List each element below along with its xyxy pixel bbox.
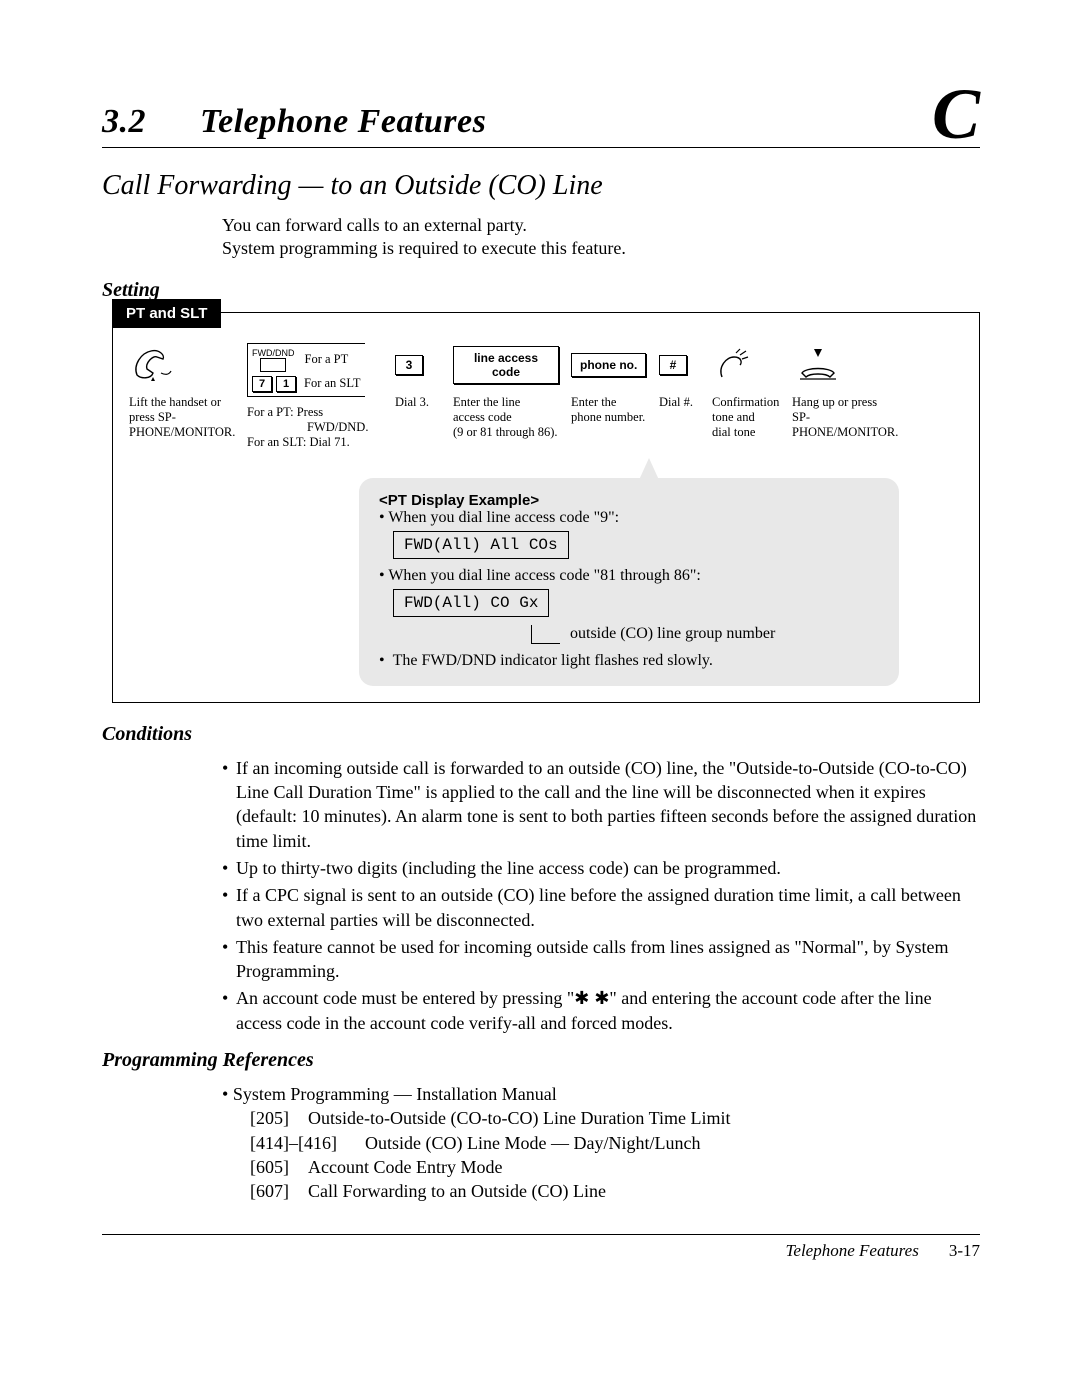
caption-hang-up: Hang up or press SP-PHONE/MONITOR. (792, 395, 898, 440)
page-header: 3.2 Telephone Features C (102, 80, 980, 148)
intro-line1: You can forward calls to an external par… (222, 214, 980, 237)
callout-line1: When you dial line access code "9": (388, 509, 619, 526)
caption-confirmation-tone: Confirmation tone and dial tone (712, 395, 779, 440)
callout-line2: When you dial line access code "81 throu… (388, 567, 701, 584)
page-footer: Telephone Features 3-17 (102, 1241, 980, 1261)
condition-3: If a CPC signal is sent to an outside (C… (236, 883, 980, 932)
caption-dial-3: Dial 3. (395, 395, 429, 410)
caption-press-fwddnd: For a PT: Press FWD/DND. For an SLT: Dia… (247, 405, 368, 450)
key-7: 7 (252, 376, 272, 392)
pt-display-callout: <PT Display Example> • When you dial lin… (359, 478, 899, 686)
condition-4: This feature cannot be used for incoming… (236, 935, 980, 984)
footer-rule (102, 1234, 980, 1235)
ref-605-code: [605] (250, 1155, 308, 1179)
key-3: 3 (395, 355, 423, 375)
section-title: Telephone Features (200, 103, 486, 140)
ref-intro: System Programming — Installation Manual (233, 1084, 557, 1104)
section-number: 3.2 (102, 103, 146, 140)
ref-414-416-text: Outside (CO) Line Mode — Day/Night/Lunch (365, 1131, 700, 1155)
references-heading: Programming References (102, 1049, 980, 1072)
condition-2: Up to thirty-two digits (including the l… (236, 856, 781, 880)
branch-pt-label: For a PT (305, 352, 349, 367)
intro-text: You can forward calls to an external par… (222, 214, 980, 261)
fwd-dnd-key: FWD/DND (252, 348, 295, 372)
caption-lift-handset: Lift the handset or press SP-PHONE/MONIT… (129, 395, 239, 440)
procedure-box: PT and SLT Lift the handset or press SP-… (112, 312, 980, 703)
setting-heading: Setting (102, 279, 980, 302)
footer-page-number: 3-17 (949, 1241, 980, 1261)
display-example-2: FWD(All) CO Gx (393, 589, 549, 617)
feature-subtitle: Call Forwarding — to an Outside (CO) Lin… (102, 170, 980, 202)
references-list: • System Programming — Installation Manu… (222, 1082, 980, 1203)
index-letter: C (932, 86, 980, 144)
key-phone-no: phone no. (571, 353, 646, 377)
key-1: 1 (276, 376, 296, 392)
ref-605-text: Account Code Entry Mode (308, 1155, 502, 1179)
callout-line3: The FWD/DND indicator light flashes red … (393, 652, 713, 669)
tone-icon (712, 343, 752, 387)
intro-line2: System programming is required to execut… (222, 237, 980, 260)
caption-phone-number: Enter the phone number. (571, 395, 645, 425)
key-hash: # (659, 355, 687, 375)
ref-205-code: [205] (250, 1106, 308, 1130)
key-line-access-code: line access code (453, 346, 559, 384)
ref-607-text: Call Forwarding to an Outside (CO) Line (308, 1179, 606, 1203)
footer-title: Telephone Features (786, 1241, 919, 1261)
hangup-icon (792, 343, 848, 387)
branch-slt-label: For an SLT (304, 376, 361, 391)
display-legend: outside (CO) line group number (570, 625, 775, 642)
caption-line-access: Enter the line access code (9 or 81 thro… (453, 395, 558, 440)
display-example-1: FWD(All) All COs (393, 531, 569, 559)
handset-icon (129, 343, 177, 387)
condition-1: If an incoming outside call is forwarded… (236, 756, 980, 853)
conditions-heading: Conditions (102, 723, 980, 746)
conditions-list: •If an incoming outside call is forwarde… (222, 756, 980, 1035)
condition-5: An account code must be entered by press… (236, 986, 980, 1035)
procedure-tab: PT and SLT (112, 299, 221, 328)
star-star: ✱ ✱ (574, 988, 609, 1008)
ref-205-text: Outside-to-Outside (CO-to-CO) Line Durat… (308, 1106, 730, 1130)
ref-414-416-code: [414]–[416] (250, 1131, 365, 1155)
callout-title: <PT Display Example> (379, 492, 879, 509)
ref-607-code: [607] (250, 1179, 308, 1203)
caption-dial-hash: Dial #. (659, 395, 693, 410)
